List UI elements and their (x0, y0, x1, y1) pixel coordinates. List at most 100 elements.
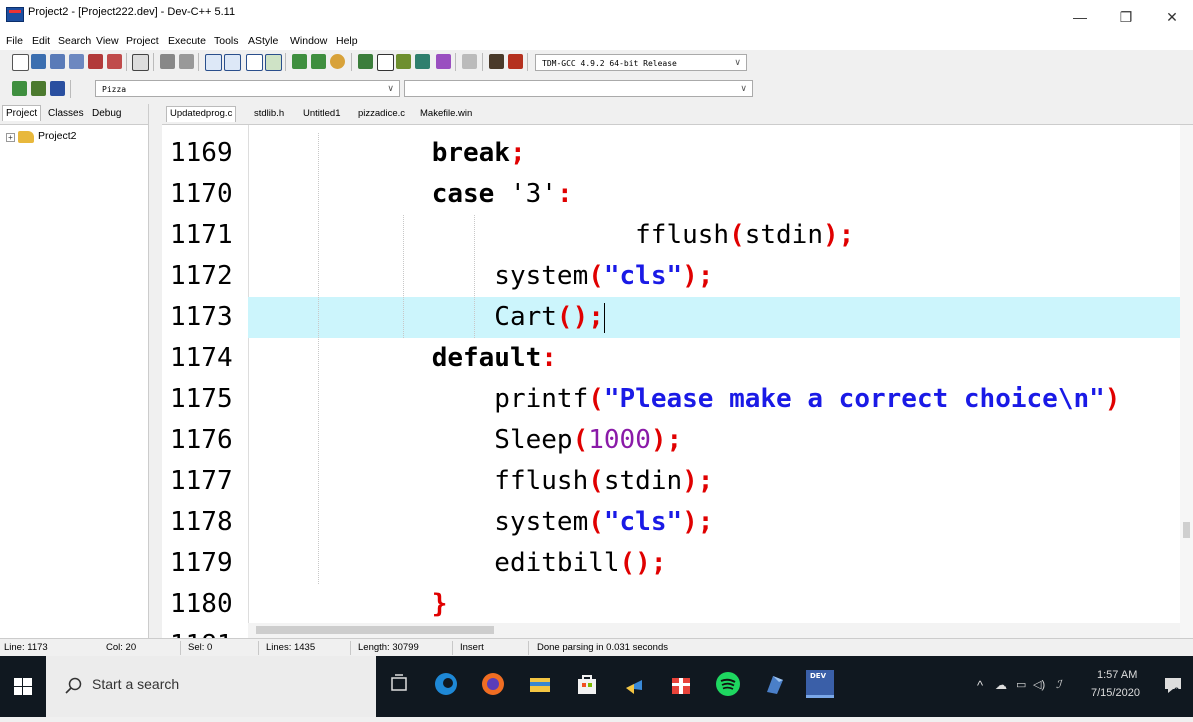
code-line[interactable]: default: (248, 338, 1180, 379)
horizontal-scrollbar-thumb[interactable] (256, 626, 494, 634)
gift-app-icon[interactable] (667, 670, 695, 698)
code-token: ); (823, 220, 855, 250)
stop-execution-icon[interactable] (462, 54, 477, 69)
app-icon[interactable] (761, 670, 789, 698)
check-syntax-icon[interactable] (436, 54, 451, 69)
toolbar-separator (455, 53, 456, 71)
status-sel: Sel: 0 (188, 642, 213, 653)
code-line[interactable]: system("cls"); (248, 256, 1180, 297)
debug-icon[interactable] (415, 54, 430, 69)
code-line[interactable]: Sleep(1000); (248, 420, 1180, 461)
undo-icon[interactable] (160, 54, 175, 69)
file-explorer-icon[interactable] (526, 670, 554, 698)
save-icon[interactable] (50, 54, 65, 69)
code-line[interactable]: fflush(stdin); (248, 215, 1180, 256)
print-icon[interactable] (132, 54, 149, 71)
tab-stdlib-h[interactable]: stdlib.h (254, 108, 284, 119)
menu-view[interactable]: View (96, 35, 119, 47)
pen-icon[interactable]: ℐ (1056, 678, 1061, 691)
menu-file[interactable]: File (6, 35, 23, 47)
main-toolbar: TDM-GCC 4.9.2 64-bit Release ∨ (0, 50, 1193, 74)
tab-classes[interactable]: Classes (48, 108, 84, 119)
expand-icon[interactable]: + (6, 133, 15, 142)
notification-center-button[interactable]: 2 (1160, 672, 1186, 700)
new-file-icon[interactable] (12, 54, 29, 71)
menu-search[interactable]: Search (58, 35, 91, 47)
run-icon[interactable] (358, 54, 373, 69)
delete-profile-icon[interactable] (508, 54, 523, 69)
menu-edit[interactable]: Edit (32, 35, 50, 47)
code-line[interactable]: editbill(); (248, 543, 1180, 584)
compile-icon[interactable] (330, 54, 345, 69)
rebuild-icon[interactable] (396, 54, 411, 69)
store-icon[interactable] (573, 670, 601, 698)
goto-line-icon[interactable] (246, 54, 263, 71)
replace-icon[interactable] (224, 54, 241, 71)
code-line[interactable]: break; (248, 133, 1180, 174)
current-code-line[interactable]: Cart(); (248, 297, 1180, 338)
code-line[interactable]: system("cls"); (248, 502, 1180, 543)
menu-project[interactable]: Project (126, 35, 159, 47)
edge-browser-icon[interactable] (432, 670, 460, 698)
vertical-scrollbar-thumb[interactable] (1183, 522, 1190, 538)
tab-updatedprog-c[interactable]: Updatedprog.c (166, 106, 237, 122)
start-button[interactable] (0, 656, 46, 717)
spotify-icon[interactable] (714, 670, 742, 698)
restore-button[interactable]: ❐ (1103, 2, 1149, 32)
profile-icon[interactable] (489, 54, 504, 69)
close-file-icon[interactable] (88, 54, 103, 69)
find-icon[interactable] (205, 54, 222, 71)
tray-chevron-up-icon[interactable]: ^ (977, 678, 983, 693)
toggle-icon[interactable] (31, 81, 46, 96)
clock-date[interactable]: 7/15/2020 (1091, 687, 1140, 699)
tab-makefile-win[interactable]: Makefile.win (420, 108, 472, 119)
code-token: ) (1104, 384, 1121, 414)
task-view-icon[interactable] (385, 670, 413, 698)
vertical-scrollbar[interactable] (1180, 125, 1193, 638)
code-text-area[interactable]: break; case '3': fflush(stdin); system("cls… (248, 125, 1180, 638)
goto-icon[interactable] (50, 81, 65, 96)
compiler-select[interactable]: TDM-GCC 4.9.2 64-bit Release ∨ (535, 54, 747, 71)
close-button[interactable]: ✕ (1149, 2, 1193, 32)
menu-window[interactable]: Window (290, 35, 327, 47)
menu-help[interactable]: Help (336, 35, 358, 47)
taskbar-search-box[interactable]: Start a search (46, 656, 376, 717)
class-select[interactable]: Pizza ∨ (95, 80, 400, 97)
tab-project[interactable]: Project (2, 105, 42, 121)
compile-run-icon[interactable] (377, 54, 394, 71)
battery-icon[interactable]: ▭ (1016, 678, 1026, 691)
code-token: stdin (603, 466, 683, 496)
menu-execute[interactable]: Execute (168, 35, 206, 47)
tab-untitled1[interactable]: Untitled1 (303, 108, 341, 119)
member-select[interactable]: ∨ (404, 80, 753, 97)
toolbar-separator (482, 53, 483, 71)
devcpp-taskbar-icon[interactable]: DEV (806, 670, 834, 698)
tab-pizzadice-c[interactable]: pizzadice.c (358, 108, 405, 119)
code-line[interactable]: printf("Please make a correct choice\n") (248, 379, 1180, 420)
menu-astyle[interactable]: AStyle (248, 35, 278, 47)
code-line[interactable]: case '3': (248, 174, 1180, 215)
close-all-icon[interactable] (107, 54, 122, 69)
class-toolbar: Pizza ∨ ∨ (0, 78, 1193, 100)
code-line[interactable]: fflush(stdin); (248, 461, 1180, 502)
redo-icon[interactable] (179, 54, 194, 69)
code-editor[interactable]: 1169 1170 1171 1172 1173 1174 1175 1176 1177 1178… (162, 125, 1193, 638)
insert-icon[interactable] (12, 81, 27, 96)
menu-tools[interactable]: Tools (214, 35, 239, 47)
horizontal-scrollbar[interactable] (248, 623, 1180, 638)
onedrive-icon[interactable]: ☁ (995, 678, 1007, 692)
open-project-icon[interactable] (31, 54, 46, 69)
code-token: printf (494, 384, 589, 414)
code-token: ( (588, 261, 604, 291)
firefox-icon[interactable] (479, 670, 507, 698)
minimize-button[interactable]: — (1057, 2, 1103, 32)
unindent-icon[interactable] (311, 54, 326, 69)
code-line[interactable]: } (248, 584, 1180, 625)
indent-icon[interactable] (292, 54, 307, 69)
tab-debug[interactable]: Debug (92, 108, 121, 119)
clock-time[interactable]: 1:57 AM (1097, 669, 1137, 681)
volume-icon[interactable]: ◁) (1033, 678, 1045, 691)
download-app-icon[interactable] (620, 670, 648, 698)
toggle-bookmark-icon[interactable] (265, 54, 282, 71)
save-all-icon[interactable] (69, 54, 84, 69)
